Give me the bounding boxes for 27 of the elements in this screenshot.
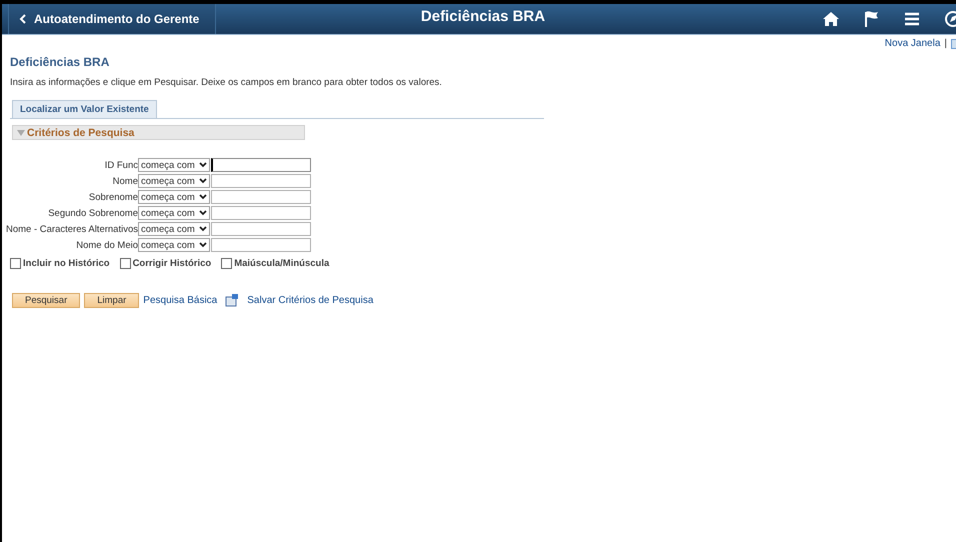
field-label: Nome do Meio — [76, 240, 138, 250]
page-title: Deficiências BRA — [10, 55, 110, 69]
option-checkbox[interactable]: Maiúscula/Minúscula — [221, 258, 330, 269]
field-label: Segundo Sobrenome — [48, 208, 138, 218]
field-label: Nome - Caracteres Alternativos — [6, 224, 138, 234]
search-criteria-header[interactable]: Critérios de Pesquisa — [12, 125, 305, 140]
page-header-title: Deficiências BRA — [420, 8, 546, 25]
search-tab[interactable]: Localizar um Valor Existente — [12, 100, 157, 118]
field-label: ID Func — [104, 160, 138, 170]
option-checkbox[interactable]: Incluir no Histórico — [10, 258, 110, 269]
operator-select[interactable]: começa com — [138, 158, 210, 172]
field-label: Nome — [112, 176, 138, 186]
operator-select[interactable]: começa com — [138, 190, 210, 204]
action-button[interactable]: Limpar — [84, 293, 140, 308]
operator-select[interactable]: começa com — [138, 174, 210, 188]
operator-select[interactable]: começa com — [138, 238, 210, 252]
new-window-link[interactable]: Nova Janela — [884, 38, 940, 49]
instructions-text: Insira as informações e clique em Pesquisar. Deixe os campos em branco para obter todos os valores. — [10, 77, 442, 88]
search-link[interactable]: Pesquisa Básica — [143, 295, 218, 306]
link-separator: | — [944, 38, 947, 49]
action-button[interactable]: Pesquisar — [12, 293, 80, 308]
operator-select[interactable]: começa com — [138, 222, 210, 236]
operator-select[interactable]: começa com — [138, 206, 210, 220]
field-label: Sobrenome — [88, 192, 138, 202]
option-checkbox[interactable]: Corrigir Histórico — [120, 258, 212, 269]
back-button[interactable]: Autoatendimento do Gerente — [8, 4, 216, 34]
search-link[interactable]: Salvar Critérios de Pesquisa — [247, 295, 374, 306]
